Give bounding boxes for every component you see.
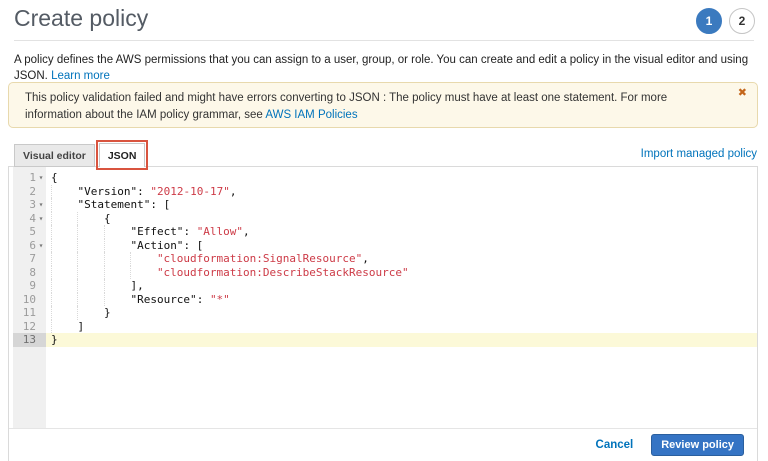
fold-icon[interactable]: ▾ <box>36 239 46 253</box>
code-editor[interactable]: 1▾{2▾"Version": "2012-10-17",3▾"Statemen… <box>13 167 757 428</box>
line-number: 5▾ <box>13 225 46 239</box>
policy-editor-panel: 1▾{2▾"Version": "2012-10-17",3▾"Statemen… <box>8 166 758 461</box>
indent-guide <box>51 252 77 266</box>
intro-text: A policy defines the AWS permissions tha… <box>14 54 748 82</box>
line-number: 4▾ <box>13 212 46 226</box>
line-number: 7▾ <box>13 252 46 266</box>
line-number: 11▾ <box>13 306 46 320</box>
line-number: 12▾ <box>13 320 46 334</box>
editor-line-3[interactable]: 3▾"Statement": [ <box>13 198 757 212</box>
editor-line-11[interactable]: 11▾} <box>13 306 757 320</box>
import-managed-policy-link[interactable]: Import managed policy <box>641 148 757 160</box>
fold-icon[interactable]: ▾ <box>36 198 46 212</box>
line-number: 8▾ <box>13 266 46 280</box>
editor-line-10[interactable]: 10▾"Resource": "*" <box>13 293 757 307</box>
cancel-button[interactable]: Cancel <box>596 439 634 451</box>
indent-guide <box>130 266 156 280</box>
line-number: 3▾ <box>13 198 46 212</box>
indent-guide <box>51 212 77 226</box>
indent-guide <box>51 266 77 280</box>
code-line: { <box>46 171 757 185</box>
indent-guide <box>77 306 103 320</box>
code-line: "cloudformation:DescribeStackResource" <box>46 266 757 280</box>
code-line: ] <box>46 320 757 334</box>
indent-guide <box>51 293 77 307</box>
indent-guide <box>104 293 130 307</box>
code-line: "cloudformation:SignalResource", <box>46 252 757 266</box>
header-divider <box>14 40 754 41</box>
indent-guide <box>51 185 77 199</box>
indent-guide <box>51 320 77 334</box>
indent-guide <box>77 279 103 293</box>
code-line: "Resource": "*" <box>46 293 757 307</box>
code-line: ], <box>46 279 757 293</box>
aws-iam-policies-link[interactable]: AWS IAM Policies <box>265 109 357 121</box>
editor-line-4[interactable]: 4▾{ <box>13 212 757 226</box>
fold-icon[interactable]: ▾ <box>36 212 46 226</box>
editor-line-2[interactable]: 2▾"Version": "2012-10-17", <box>13 185 757 199</box>
validation-alert: This policy validation failed and might … <box>8 82 758 128</box>
indent-guide <box>77 225 103 239</box>
review-policy-button[interactable]: Review policy <box>651 434 744 456</box>
indent-guide <box>104 225 130 239</box>
learn-more-link[interactable]: Learn more <box>51 70 110 82</box>
tab-json[interactable]: JSON <box>99 143 146 167</box>
line-number: 6▾ <box>13 239 46 253</box>
line-number: 2▾ <box>13 185 46 199</box>
indent-guide <box>104 239 130 253</box>
editor-line-13[interactable]: 13▾} <box>13 333 757 347</box>
step-1-badge: 1 <box>696 8 722 34</box>
indent-guide <box>51 239 77 253</box>
editor-line-6[interactable]: 6▾"Action": [ <box>13 239 757 253</box>
indent-guide <box>104 266 130 280</box>
indent-guide <box>51 198 77 212</box>
indent-guide <box>104 279 130 293</box>
tab-visual-editor[interactable]: Visual editor <box>14 144 95 167</box>
code-line: "Action": [ <box>46 239 757 253</box>
code-line: "Statement": [ <box>46 198 757 212</box>
tab-bar: Visual editor JSON <box>14 143 149 167</box>
indent-guide <box>77 239 103 253</box>
fold-icon[interactable]: ▾ <box>36 171 46 185</box>
line-number: 9▾ <box>13 279 46 293</box>
step-indicator: 1 2 <box>696 8 755 34</box>
editor-line-9[interactable]: 9▾], <box>13 279 757 293</box>
code-line: "Version": "2012-10-17", <box>46 185 757 199</box>
line-number: 13▾ <box>13 333 46 347</box>
indent-guide <box>130 252 156 266</box>
editor-line-7[interactable]: 7▾"cloudformation:SignalResource", <box>13 252 757 266</box>
editor-line-5[interactable]: 5▾"Effect": "Allow", <box>13 225 757 239</box>
code-editor-lines: 1▾{2▾"Version": "2012-10-17",3▾"Statemen… <box>13 171 757 347</box>
line-number: 10▾ <box>13 293 46 307</box>
page-title: Create policy <box>14 5 148 32</box>
line-number: 1▾ <box>13 171 46 185</box>
editor-line-12[interactable]: 12▾] <box>13 320 757 334</box>
intro-paragraph: A policy defines the AWS permissions tha… <box>14 52 754 84</box>
code-line: "Effect": "Allow", <box>46 225 757 239</box>
indent-guide <box>77 252 103 266</box>
footer-bar: Cancel Review policy <box>9 428 757 461</box>
indent-guide <box>77 293 103 307</box>
indent-guide <box>77 266 103 280</box>
indent-guide <box>51 306 77 320</box>
code-line: { <box>46 212 757 226</box>
indent-guide <box>51 225 77 239</box>
indent-guide <box>51 279 77 293</box>
step-2-badge: 2 <box>729 8 755 34</box>
indent-guide <box>104 252 130 266</box>
editor-line-8[interactable]: 8▾"cloudformation:DescribeStackResource" <box>13 266 757 280</box>
code-line: } <box>46 306 757 320</box>
editor-line-1[interactable]: 1▾{ <box>13 171 757 185</box>
create-policy-page: Create policy 1 2 A policy defines the A… <box>0 0 768 461</box>
indent-guide <box>77 212 103 226</box>
code-line: } <box>46 333 757 347</box>
close-icon[interactable]: ✖ <box>738 88 747 99</box>
